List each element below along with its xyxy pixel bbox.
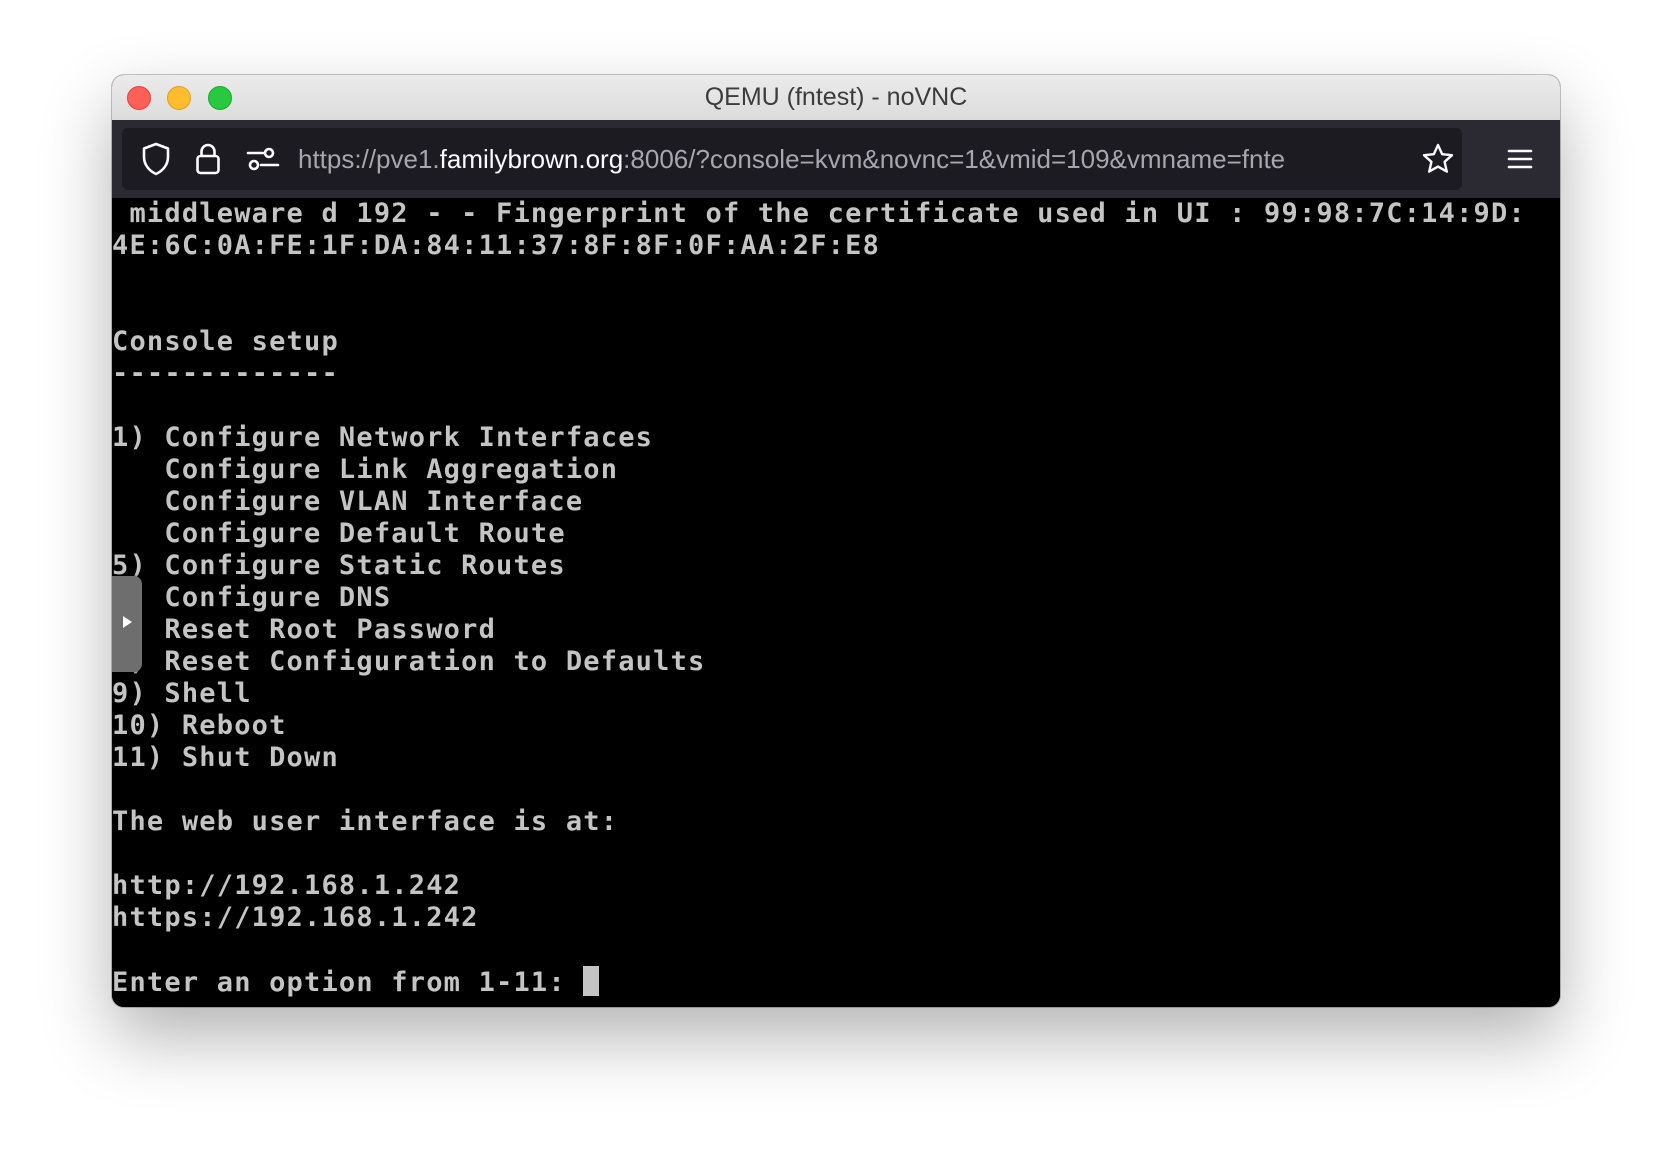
url-bar[interactable]: https://pve1.familybrown.org:8006/?conso…: [122, 128, 1462, 190]
permissions-icon[interactable]: [238, 128, 288, 190]
menu-heading-underline: -------------: [112, 358, 339, 389]
menu-option: Configure Default Route: [112, 518, 566, 549]
option-prompt-text: Enter an option from 1-11:: [112, 967, 584, 998]
vnc-console[interactable]: middleware d 192 - - Fingerprint of the …: [112, 198, 1560, 1007]
browser-toolbar: https://pve1.familybrown.org:8006/?conso…: [112, 120, 1560, 198]
web-ui-url-https: https://192.168.1.242: [112, 902, 479, 933]
title-bar: QEMU (fntest) - noVNC: [112, 75, 1560, 121]
lock-icon[interactable]: [186, 128, 230, 190]
menu-option: 5) Configure Static Routes: [112, 550, 566, 581]
text-cursor: [583, 966, 600, 996]
console-line: middleware d 192 - - Fingerprint of the …: [112, 198, 1526, 229]
shield-icon[interactable]: [134, 128, 178, 190]
menu-option: 7) Reset Root Password: [112, 614, 497, 645]
menu-option: 8) Reset Configuration to Defaults: [112, 646, 706, 677]
bookmark-star-icon[interactable]: [1416, 128, 1460, 190]
menu-option: Configure Link Aggregation: [112, 454, 619, 485]
novnc-control-bar-handle[interactable]: [112, 576, 142, 672]
menu-option: 10) Reboot: [112, 710, 287, 741]
console-line: 4E:6C:0A:FE:1F:DA:84:11:37:8F:8F:0F:AA:2…: [112, 230, 881, 261]
url-text[interactable]: https://pve1.familybrown.org:8006/?conso…: [298, 128, 1408, 190]
hamburger-menu-icon[interactable]: [1492, 128, 1548, 190]
browser-window: QEMU (fntest) - noVNC https://pve1.famil…: [112, 75, 1560, 1007]
window-title: QEMU (fntest) - noVNC: [704, 83, 968, 111]
menu-option: 1) Configure Network Interfaces: [112, 422, 654, 453]
web-ui-heading: The web user interface is at:: [112, 806, 619, 837]
menu-option: 11) Shut Down: [112, 742, 339, 773]
menu-option: 6) Configure DNS: [112, 582, 392, 613]
url-host: familybrown.org: [439, 144, 624, 174]
menu-heading: Console setup: [112, 326, 339, 357]
option-prompt[interactable]: Enter an option from 1-11:: [112, 966, 600, 999]
url-suffix: :8006/?console=kvm&novnc=1&vmid=109&vmna…: [623, 144, 1286, 174]
url-prefix: https://pve1.: [298, 144, 440, 174]
web-ui-url-http: http://192.168.1.242: [112, 870, 462, 901]
play-arrow-icon: [121, 615, 133, 634]
menu-option: Configure VLAN Interface: [112, 486, 584, 517]
menu-option: 9) Shell: [112, 678, 252, 709]
